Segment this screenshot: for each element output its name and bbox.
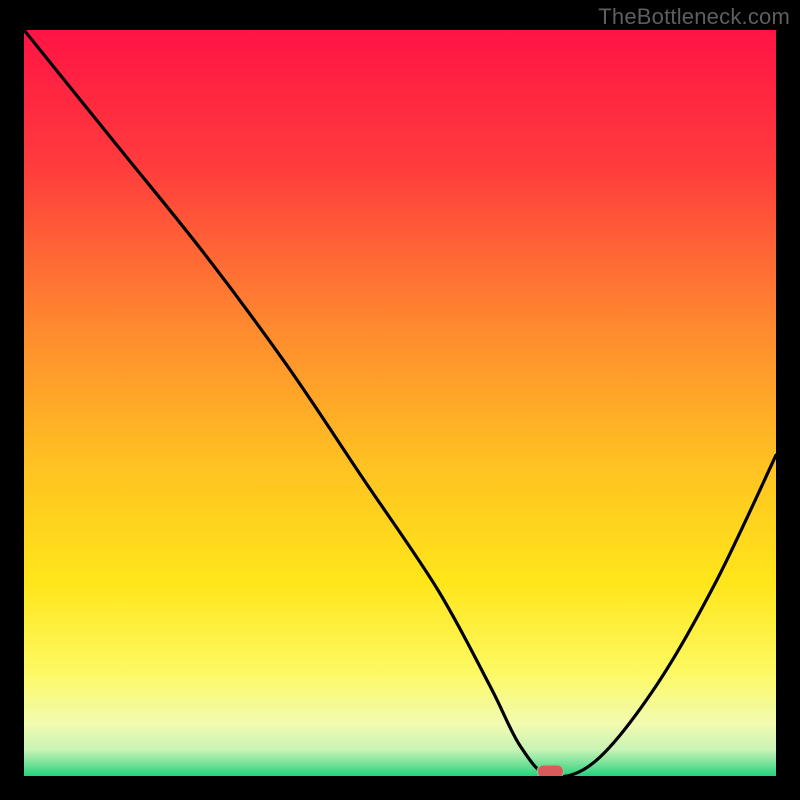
gradient-background bbox=[24, 30, 776, 776]
attribution-label: TheBottleneck.com bbox=[598, 4, 790, 30]
chart-container bbox=[24, 30, 776, 776]
outer-frame: TheBottleneck.com bbox=[0, 0, 800, 800]
bottleneck-chart bbox=[24, 30, 776, 776]
optimal-marker bbox=[537, 765, 563, 776]
